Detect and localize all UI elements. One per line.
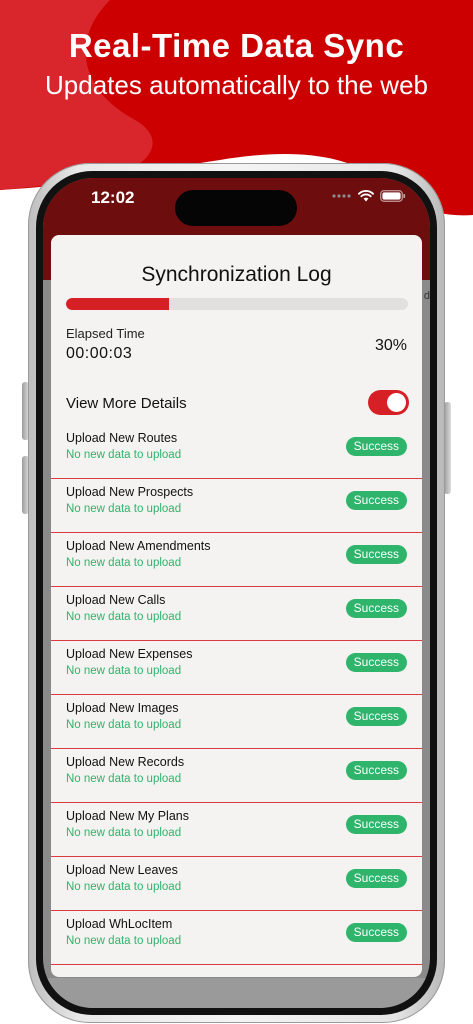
elapsed-time-value: 00:00:03 [66,345,133,362]
status-icons [332,190,406,202]
success-badge: Success [345,653,407,672]
toggle-knob [387,393,406,412]
success-badge: Success [345,437,407,456]
signal-dots-icon [332,194,351,198]
log-item-name: Upload New Images [66,701,179,715]
log-item-name: Upload New Prospects [66,485,194,499]
success-badge: Success [345,869,407,888]
log-item-status: No new data to upload [66,557,182,569]
promo-subtitle: Updates automatically to the web [45,70,428,100]
log-item: Upload WhLocItem No new data to upload S… [51,911,422,965]
log-item-status: No new data to upload [66,449,182,461]
log-item: Upload New Amendments No new data to upl… [51,533,422,587]
log-item-status: No new data to upload [66,827,182,839]
log-item-name: Upload New Expenses [66,647,193,661]
status-time: 12:02 [91,188,135,207]
log-item: Upload New Images No new data to upload … [51,695,422,749]
promo-title: Real-Time Data Sync [68,27,405,64]
success-badge: Success [345,491,407,510]
sync-log-dialog: Synchronization Log Elapsed Time 00:00:0… [51,235,422,977]
success-badge: Success [345,761,407,780]
view-more-details-toggle[interactable] [368,390,409,415]
success-badge: Success [345,599,407,618]
wifi-icon [358,190,374,202]
sync-progress-bar [66,298,408,310]
log-item-name: Upload New Leaves [66,863,178,877]
log-item-name: Upload New Amendments [66,539,211,553]
phone-screen: 12:02 d Synchronization Log Elapsed Time… [43,178,430,1008]
success-badge: Success [345,923,407,942]
log-item: Upload New Records No new data to upload… [51,749,422,803]
log-item: Upload New Prospects No new data to uplo… [51,479,422,533]
log-item: Upload New Routes No new data to upload … [51,425,422,479]
log-item: Upload New Calls No new data to upload S… [51,587,422,641]
view-more-details-label: View More Details [66,395,187,412]
success-badge: Success [345,815,407,834]
phone-power-button [444,402,451,494]
log-item-status: No new data to upload [66,665,182,677]
screen-bottom-area [43,978,430,1008]
elapsed-time-label: Elapsed Time [66,326,145,341]
promo-headline: Real-Time Data Sync Updates automaticall… [0,26,473,102]
success-badge: Success [345,707,407,726]
log-item-status: No new data to upload [66,611,182,623]
log-item-status: No new data to upload [66,503,182,515]
log-item-name: Upload New Records [66,755,185,769]
log-item: Upload New Leaves No new data to upload … [51,857,422,911]
log-item: Upload New Expenses No new data to uploa… [51,641,422,695]
dialog-title: Synchronization Log [141,263,332,286]
log-item-name: Upload New Calls [66,593,166,607]
dynamic-island [175,190,297,226]
log-item-status: No new data to upload [66,773,182,785]
background-text-fragment: d [423,290,430,302]
phone-frame: 12:02 d Synchronization Log Elapsed Time… [28,163,445,1023]
log-item-status: No new data to upload [66,719,182,731]
log-item-status: No new data to upload [66,881,182,893]
log-item-name: Upload WhLocItem [66,917,173,931]
sync-log-list: Upload New Routes No new data to upload … [51,425,422,965]
log-item-name: Upload New My Plans [66,809,189,823]
sync-progress-fill [66,298,169,310]
success-badge: Success [345,545,407,564]
log-item: Upload New My Plans No new data to uploa… [51,803,422,857]
battery-icon [380,190,406,202]
log-item-status: No new data to upload [66,935,182,947]
progress-percent: 30% [374,337,407,354]
log-item-name: Upload New Routes [66,431,178,445]
